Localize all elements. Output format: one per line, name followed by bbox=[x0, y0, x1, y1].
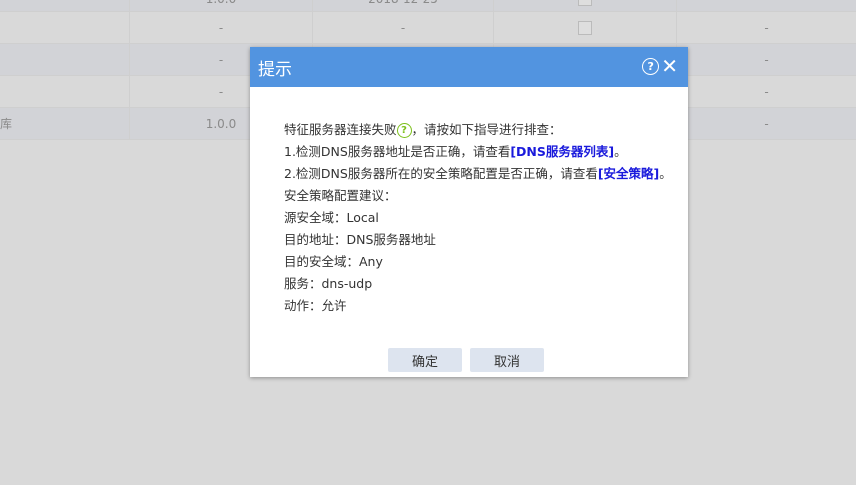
dialog-header: 提示 ? ✕ bbox=[250, 47, 688, 87]
suggestion-line: 服务：dns-udp bbox=[284, 276, 373, 291]
table-cell: 2018-12-25 bbox=[313, 0, 494, 11]
prompt-dialog: 提示 ? ✕ 特征服务器连接失败? ，请按如下指导进行排查： 1.检测DNS服务器… bbox=[250, 47, 688, 377]
table-cell bbox=[0, 0, 130, 11]
table-cell bbox=[0, 12, 130, 43]
cancel-button[interactable]: 取消 bbox=[470, 348, 544, 372]
table-cell: - bbox=[130, 12, 313, 43]
table-cell bbox=[0, 44, 130, 75]
dns-server-list-link[interactable]: [DNS服务器列表] bbox=[510, 144, 614, 159]
table-row: 1.0.0 2018-12-25 bbox=[0, 0, 856, 12]
intro-text-2: ，请按如下指导进行排查： bbox=[411, 122, 562, 137]
ok-button[interactable]: 确定 bbox=[388, 348, 462, 372]
punct: 。 bbox=[659, 166, 672, 181]
table-cell: - bbox=[764, 84, 769, 99]
dialog-message: 特征服务器连接失败? ，请按如下指导进行排查： 1.检测DNS服务器地址是否正确，… bbox=[284, 119, 672, 317]
table-cell bbox=[0, 76, 130, 107]
row-checkbox[interactable] bbox=[578, 0, 592, 6]
table-cell: - bbox=[313, 12, 494, 43]
intro-text: 特征服务器连接失败 bbox=[284, 122, 397, 137]
table-cell: 库 bbox=[0, 108, 130, 139]
dialog-title: 提示 bbox=[258, 59, 292, 80]
suggestion-line: 源安全域：Local bbox=[284, 210, 379, 225]
help-icon[interactable]: ? bbox=[396, 123, 412, 138]
suggestion-line: 目的安全域：Any bbox=[284, 254, 383, 269]
table-cell: - bbox=[764, 20, 769, 35]
help-icon[interactable]: ? bbox=[642, 57, 660, 75]
close-icon[interactable]: ✕ bbox=[661, 56, 678, 76]
table-cell: - bbox=[764, 116, 769, 131]
step2-text: 2.检测DNS服务器所在的安全策略配置是否正确，请查看 bbox=[284, 166, 598, 181]
punct: 。 bbox=[614, 144, 627, 159]
table-row: - - - bbox=[0, 12, 856, 44]
table-cell: 1.0.0 bbox=[130, 0, 313, 11]
security-policy-link[interactable]: [安全策略] bbox=[598, 166, 659, 181]
table-cell: - bbox=[764, 52, 769, 67]
step1-text: 1.检测DNS服务器地址是否正确，请查看 bbox=[284, 144, 511, 159]
row-checkbox[interactable] bbox=[578, 20, 592, 35]
table-cell bbox=[677, 0, 856, 11]
suggestion-line: 目的地址：DNS服务器地址 bbox=[284, 232, 436, 247]
suggestion-line: 动作：允许 bbox=[284, 298, 347, 313]
suggestion-line: 安全策略配置建议： bbox=[284, 188, 397, 203]
